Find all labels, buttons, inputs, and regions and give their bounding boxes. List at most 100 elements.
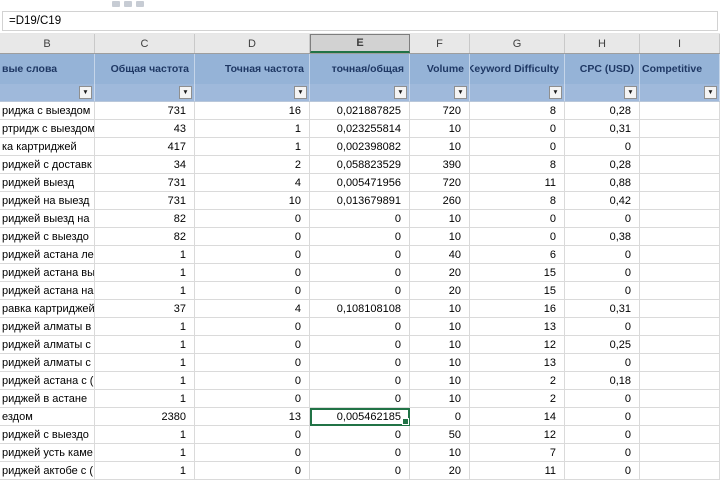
cell[interactable]: 50 xyxy=(410,426,470,444)
cell[interactable]: 12 xyxy=(470,336,565,354)
selected-cell[interactable]: 0,005462185 xyxy=(310,408,410,426)
cell[interactable]: 0 xyxy=(195,336,310,354)
cell[interactable]: 0,28 xyxy=(565,102,640,120)
cell[interactable]: 0,058823529 xyxy=(310,156,410,174)
cell[interactable]: 0 xyxy=(195,444,310,462)
cell[interactable]: 1 xyxy=(95,444,195,462)
cell[interactable]: 10 xyxy=(410,444,470,462)
toolbar-icon[interactable] xyxy=(124,1,132,7)
cell[interactable]: 16 xyxy=(470,300,565,318)
cell[interactable]: 0 xyxy=(310,372,410,390)
cell[interactable]: 82 xyxy=(95,228,195,246)
cell-keyword[interactable]: риджа с выездом xyxy=(0,102,95,120)
cell[interactable]: 4 xyxy=(195,300,310,318)
column-header-g[interactable]: G xyxy=(470,34,565,53)
column-header-f[interactable]: F xyxy=(410,34,470,53)
cell[interactable]: 82 xyxy=(95,210,195,228)
cell[interactable]: 1 xyxy=(95,318,195,336)
cell[interactable]: 20 xyxy=(410,462,470,480)
cell[interactable]: 0,25 xyxy=(565,336,640,354)
cell[interactable]: 10 xyxy=(410,372,470,390)
cell-keyword[interactable]: риджей на выезд xyxy=(0,192,95,210)
toolbar-icon[interactable] xyxy=(112,1,120,7)
cell[interactable]: 0,021887825 xyxy=(310,102,410,120)
cell[interactable]: 1 xyxy=(95,264,195,282)
cell[interactable]: 8 xyxy=(470,192,565,210)
cell[interactable]: 0 xyxy=(565,462,640,480)
cell[interactable] xyxy=(640,444,720,462)
cell[interactable]: 0 xyxy=(310,282,410,300)
cell[interactable] xyxy=(640,228,720,246)
cell[interactable]: 2 xyxy=(195,156,310,174)
cell[interactable] xyxy=(640,174,720,192)
cell[interactable]: 0 xyxy=(565,390,640,408)
cell[interactable]: 10 xyxy=(195,192,310,210)
cell[interactable] xyxy=(640,102,720,120)
cell[interactable]: 1 xyxy=(195,120,310,138)
cell[interactable]: 10 xyxy=(410,120,470,138)
cell[interactable]: 10 xyxy=(410,354,470,372)
cell[interactable]: 0,88 xyxy=(565,174,640,192)
column-header-h[interactable]: H xyxy=(565,34,640,53)
cell[interactable]: 0 xyxy=(310,390,410,408)
filter-dropdown-button[interactable]: ▼ xyxy=(704,86,717,99)
cell-keyword[interactable]: ртридж с выездом xyxy=(0,120,95,138)
cell[interactable]: 0 xyxy=(565,444,640,462)
cell[interactable]: 10 xyxy=(410,318,470,336)
cell[interactable]: 0,18 xyxy=(565,372,640,390)
cell[interactable]: 731 xyxy=(95,174,195,192)
cell[interactable]: 8 xyxy=(470,102,565,120)
cell[interactable]: 0 xyxy=(565,246,640,264)
cell[interactable] xyxy=(640,372,720,390)
cell[interactable]: 0 xyxy=(195,390,310,408)
cell[interactable]: 0 xyxy=(195,426,310,444)
cell[interactable]: 0 xyxy=(410,408,470,426)
cell[interactable]: 0 xyxy=(195,354,310,372)
cell[interactable]: 1 xyxy=(95,246,195,264)
cell[interactable]: 0 xyxy=(565,318,640,336)
cell[interactable]: 0 xyxy=(310,246,410,264)
column-header-i[interactable]: I xyxy=(640,34,720,53)
cell[interactable]: 15 xyxy=(470,282,565,300)
cell[interactable] xyxy=(640,264,720,282)
cell[interactable]: 1 xyxy=(95,336,195,354)
cell[interactable]: 0 xyxy=(470,138,565,156)
cell[interactable]: 0 xyxy=(310,336,410,354)
cell[interactable]: 0 xyxy=(195,282,310,300)
cell[interactable]: 13 xyxy=(470,354,565,372)
cell[interactable]: 10 xyxy=(410,336,470,354)
cell[interactable]: 0 xyxy=(195,372,310,390)
cell[interactable] xyxy=(640,426,720,444)
cell[interactable] xyxy=(640,192,720,210)
cell[interactable]: 10 xyxy=(410,390,470,408)
cell[interactable] xyxy=(640,246,720,264)
cell[interactable]: 2 xyxy=(470,372,565,390)
cell[interactable]: 0 xyxy=(310,228,410,246)
cell[interactable] xyxy=(640,390,720,408)
cell[interactable]: 0 xyxy=(565,282,640,300)
filter-dropdown-button[interactable]: ▼ xyxy=(624,86,637,99)
cell[interactable]: 0 xyxy=(470,120,565,138)
cell[interactable]: 1 xyxy=(95,426,195,444)
cell[interactable]: 0 xyxy=(195,210,310,228)
cell[interactable]: 0 xyxy=(565,408,640,426)
cell-keyword[interactable]: ездом xyxy=(0,408,95,426)
cell[interactable]: 13 xyxy=(195,408,310,426)
cell[interactable]: 8 xyxy=(470,156,565,174)
column-header-c[interactable]: C xyxy=(95,34,195,53)
cell-keyword[interactable]: риджей с доставк xyxy=(0,156,95,174)
cell[interactable] xyxy=(640,210,720,228)
cell[interactable]: 0 xyxy=(195,318,310,336)
cell-keyword[interactable]: риджей актобе с ( xyxy=(0,462,95,480)
cell[interactable]: 0 xyxy=(195,462,310,480)
cell[interactable]: 0 xyxy=(310,426,410,444)
cell[interactable] xyxy=(640,408,720,426)
cell-keyword[interactable]: риджей астана с ( xyxy=(0,372,95,390)
cell[interactable]: 417 xyxy=(95,138,195,156)
cell[interactable]: 43 xyxy=(95,120,195,138)
cell[interactable]: 0,42 xyxy=(565,192,640,210)
cell[interactable]: 0 xyxy=(565,354,640,372)
cell[interactable]: 0 xyxy=(195,228,310,246)
cell[interactable]: 0 xyxy=(565,138,640,156)
cell[interactable]: 10 xyxy=(410,138,470,156)
